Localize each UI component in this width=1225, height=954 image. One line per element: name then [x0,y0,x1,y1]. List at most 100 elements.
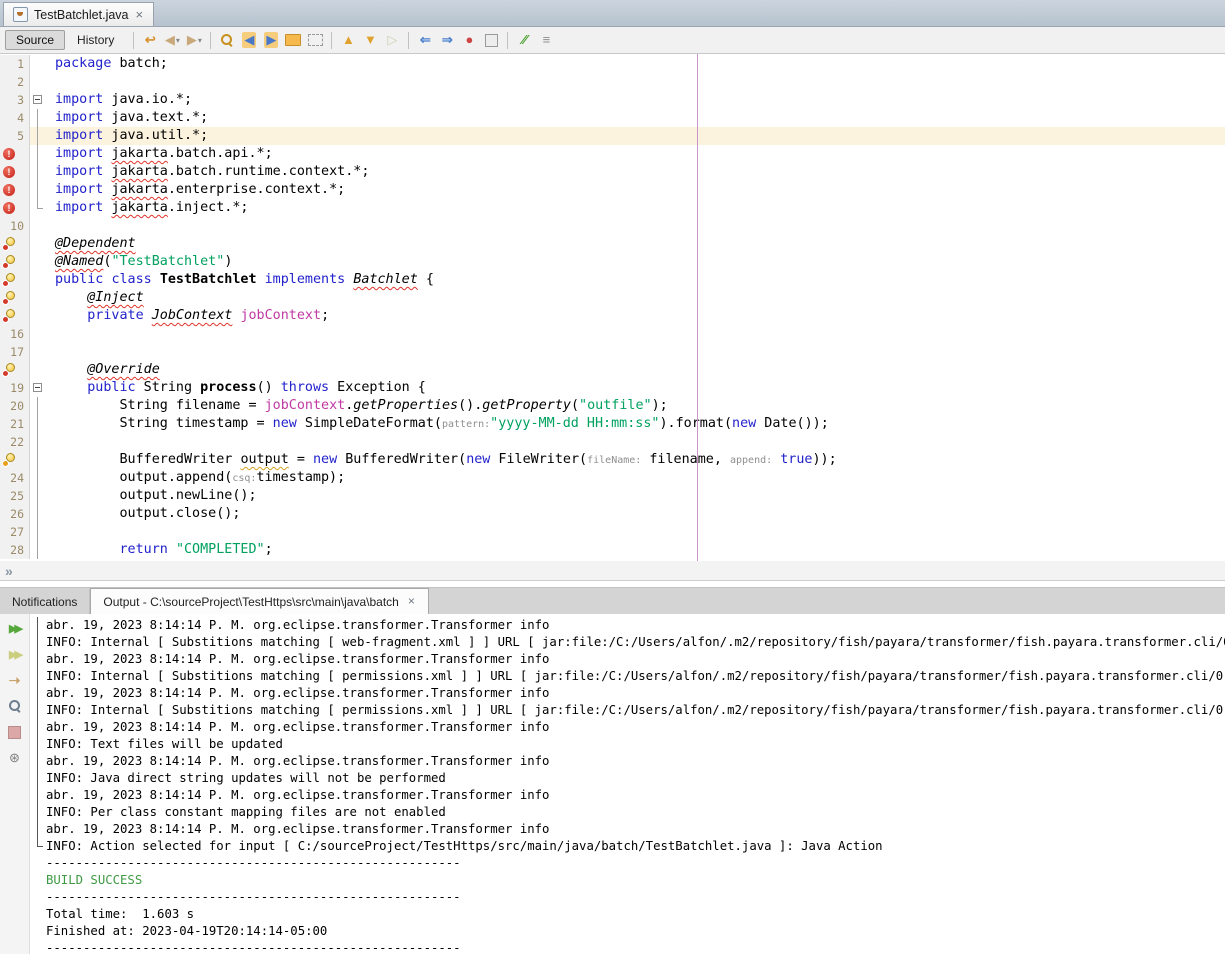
code-line[interactable]: private JobContext jobContext; [0,307,1225,325]
hint-bulb-error-icon[interactable] [3,273,17,287]
run-arrow-icon[interactable]: ➝ [5,671,25,689]
stop-macro-recording-icon[interactable] [481,30,501,50]
code-line[interactable]: @Named("TestBatchlet") [0,253,1225,271]
tab-close-icon[interactable]: × [135,8,145,21]
bottom-tab-bar: Notifications Output - C:\sourceProject\… [0,587,1225,614]
collapse-box-icon[interactable] [33,383,42,392]
gutter-cell [0,235,30,253]
gutter-cell [0,271,30,289]
code-text [47,73,1225,91]
source-view-button[interactable]: Source [5,30,65,50]
output-line-text: abr. 19, 2023 8:14:14 P. M. org.eclipse.… [46,685,549,702]
code-text: import java.text.*; [47,109,1225,127]
hint-bulb-error-icon[interactable] [3,363,17,377]
code-line[interactable]: 27 [0,523,1225,541]
selection-box-glyph [308,34,323,46]
code-editor[interactable]: 1package batch;23import java.io.*;4impor… [0,54,1225,561]
forward-icon[interactable]: ▶▾ [184,30,204,50]
output-line-text: Total time: 1.603 s [46,906,194,923]
editor-tab[interactable]: TestBatchlet.java × [3,2,154,26]
code-text: String filename = jobContext.getProperti… [47,397,1225,415]
rerun-build-button[interactable]: ▶▶ [5,619,25,637]
hint-bulb-error-icon[interactable] [3,309,17,323]
code-text: import jakarta.enterprise.context.*; [47,181,1225,199]
output-tab-close-icon[interactable]: × [407,595,416,608]
code-line[interactable]: 22 [0,433,1225,451]
output-text-area[interactable]: abr. 19, 2023 8:14:14 P. M. org.eclipse.… [30,614,1225,954]
code-line[interactable]: import jakarta.batch.api.*; [0,145,1225,163]
dropdown-arrow-icon[interactable]: ▾ [198,36,202,45]
hint-bulb-error-icon[interactable] [3,255,17,269]
code-text: package batch; [47,55,1225,73]
shift-line-left-icon[interactable]: ⇐ [415,30,435,50]
code-line[interactable]: 10 [0,217,1225,235]
last-edit-icon[interactable]: ↩ [140,30,160,50]
code-line[interactable]: 1package batch; [0,55,1225,73]
start-macro-recording-icon[interactable]: ● [459,30,479,50]
code-line[interactable]: 2 [0,73,1225,91]
error-badge-icon[interactable] [3,148,15,160]
code-line[interactable]: 19 public String process() throws Except… [0,379,1225,397]
fold-toggle[interactable] [30,91,47,109]
toolbar-separator [507,32,508,49]
fold-toggle[interactable] [30,379,47,397]
collapse-box-icon[interactable] [33,95,42,104]
code-line[interactable]: 28 return "COMPLETED"; [0,541,1225,559]
code-line[interactable]: 16 [0,325,1225,343]
code-line[interactable]: 24 output.append(csq:timestamp); [0,469,1225,487]
find-selection-icon[interactable] [217,30,237,50]
code-line[interactable]: import jakarta.enterprise.context.*; [0,181,1225,199]
code-text: private JobContext jobContext; [47,307,1225,325]
code-text: return "COMPLETED"; [47,541,1225,559]
fold-guide [30,217,47,235]
hint-bulb-error-icon[interactable] [3,237,17,251]
code-line[interactable]: 26 output.close(); [0,505,1225,523]
code-text: public class TestBatchlet implements Bat… [47,271,1225,289]
find-previous-occurrence-icon[interactable]: ◀ [239,30,259,50]
dropdown-arrow-icon[interactable]: ▾ [176,36,180,45]
toolbar-separator [408,32,409,49]
find-next-occurrence-icon[interactable]: ▶ [261,30,281,50]
code-line[interactable]: 21 String timestamp = new SimpleDateForm… [0,415,1225,433]
uncomment-icon[interactable]: ≡ [536,30,556,50]
code-line[interactable]: @Dependent [0,235,1225,253]
toggle-highlight-search-icon[interactable] [283,30,303,50]
code-line[interactable]: @Inject [0,289,1225,307]
search-output-button[interactable] [5,697,25,715]
tab-notifications[interactable]: Notifications [0,589,90,614]
history-view-button[interactable]: History [67,31,124,49]
comment-icon[interactable]: ∕∕ [514,30,534,50]
toggle-bookmark-icon[interactable]: ▷ [382,30,402,50]
back-icon[interactable]: ◀▾ [162,30,182,50]
breadcrumb-expand-icon[interactable]: » [5,563,13,579]
rerun-with-different-parameters-button[interactable]: ▶▶ [5,645,25,663]
stop-square-glyph [485,34,498,47]
code-line[interactable]: 3import java.io.*; [0,91,1225,109]
code-line[interactable]: @Override [0,361,1225,379]
code-line[interactable]: 5import java.util.*; [0,127,1225,145]
rectangular-selection-icon[interactable] [305,30,325,50]
code-line[interactable]: import jakarta.inject.*; [0,199,1225,217]
code-line[interactable]: 17 [0,343,1225,361]
previous-bookmark-icon[interactable]: ▲ [338,30,358,50]
output-fold-bracket [30,855,46,872]
output-line: abr. 19, 2023 8:14:14 P. M. org.eclipse.… [30,617,1225,634]
next-bookmark-icon[interactable]: ▼ [360,30,380,50]
hint-bulb-error-icon[interactable] [3,291,17,305]
code-line[interactable]: import jakarta.batch.runtime.context.*; [0,163,1225,181]
code-line[interactable]: 25 output.newLine(); [0,487,1225,505]
hint-bulb-warning-icon[interactable] [3,453,17,467]
code-line[interactable]: public class TestBatchlet implements Bat… [0,271,1225,289]
code-line[interactable]: 4import java.text.*; [0,109,1225,127]
code-line[interactable]: BufferedWriter output = new BufferedWrit… [0,451,1225,469]
build-options-button[interactable]: ⊛ [5,749,25,767]
error-badge-icon[interactable] [3,184,15,196]
stop-build-button[interactable] [5,723,25,741]
shift-line-right-icon[interactable]: ⇒ [437,30,457,50]
tab-output[interactable]: Output - C:\sourceProject\TestHttps\src\… [90,588,428,614]
error-badge-icon[interactable] [3,166,15,178]
error-badge-icon[interactable] [3,202,15,214]
output-line: abr. 19, 2023 8:14:14 P. M. org.eclipse.… [30,651,1225,668]
code-line[interactable]: 20 String filename = jobContext.getPrope… [0,397,1225,415]
output-fold-bracket [30,685,46,702]
